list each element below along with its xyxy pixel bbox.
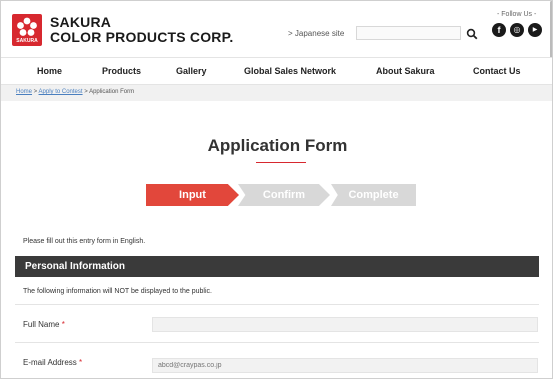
form-instruction: Please fill out this entry form in Engli… bbox=[23, 238, 146, 245]
email-input[interactable] bbox=[152, 358, 538, 373]
step-input: Input bbox=[146, 184, 239, 206]
title-underline bbox=[256, 162, 306, 163]
japanese-site-link[interactable]: > Japanese site bbox=[288, 29, 344, 38]
full-name-label-text: Full Name bbox=[23, 320, 60, 329]
required-marker: * bbox=[79, 358, 83, 367]
search-icon[interactable] bbox=[466, 28, 478, 40]
search-input[interactable] bbox=[356, 26, 461, 40]
instagram-icon[interactable]: ◎ bbox=[510, 23, 524, 37]
logo-text: SAKURA bbox=[16, 38, 38, 44]
privacy-notice: The following information will NOT be di… bbox=[23, 288, 212, 295]
step-confirm: Confirm bbox=[238, 184, 330, 206]
breadcrumb-current: Application Form bbox=[89, 89, 135, 95]
divider bbox=[15, 342, 539, 343]
brand-line-2: COLOR PRODUCTS CORP. bbox=[50, 29, 234, 45]
youtube-icon[interactable]: ▶ bbox=[528, 23, 542, 37]
main-nav: Home Products Gallery Global Sales Netwo… bbox=[1, 57, 552, 85]
full-name-input[interactable] bbox=[152, 317, 538, 332]
email-label: E-mail Address * bbox=[23, 358, 82, 367]
page: SAKURA SAKURA COLOR PRODUCTS CORP. > Jap… bbox=[0, 0, 553, 379]
nav-home[interactable]: Home bbox=[37, 66, 62, 76]
nav-gallery[interactable]: Gallery bbox=[176, 66, 207, 76]
breadcrumb-apply-to-contest[interactable]: Apply to Contest bbox=[39, 89, 83, 95]
brand-name[interactable]: SAKURA COLOR PRODUCTS CORP. bbox=[50, 15, 233, 45]
divider bbox=[15, 304, 539, 305]
sakura-flower-icon bbox=[17, 17, 37, 36]
nav-contact-us[interactable]: Contact Us bbox=[473, 66, 521, 76]
nav-products[interactable]: Products bbox=[102, 66, 141, 76]
section-heading-personal-information: Personal Information bbox=[15, 256, 539, 277]
full-name-label: Full Name * bbox=[23, 320, 65, 329]
sakura-logo[interactable]: SAKURA bbox=[12, 14, 42, 46]
nav-global-sales-network[interactable]: Global Sales Network bbox=[244, 66, 336, 76]
nav-about-sakura[interactable]: About Sakura bbox=[376, 66, 435, 76]
breadcrumb: Home > Apply to Contest > Application Fo… bbox=[1, 85, 552, 101]
brand-line-1: SAKURA bbox=[50, 14, 112, 30]
facebook-icon[interactable]: f bbox=[492, 23, 506, 37]
breadcrumb-home[interactable]: Home bbox=[16, 89, 32, 95]
step-complete: Complete bbox=[331, 184, 416, 206]
page-title: Application Form bbox=[207, 136, 348, 155]
email-label-text: E-mail Address bbox=[23, 358, 77, 367]
required-marker: * bbox=[61, 320, 65, 329]
follow-us-label: - Follow Us - bbox=[497, 11, 537, 18]
site-header: SAKURA SAKURA COLOR PRODUCTS CORP. > Jap… bbox=[1, 1, 552, 57]
